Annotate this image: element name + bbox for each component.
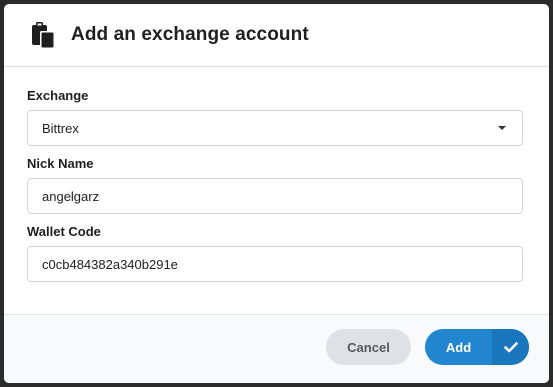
dialog-header: Add an exchange account [4, 4, 549, 67]
nick-name-field: Nick Name angelgarz [27, 156, 525, 214]
cancel-button-label: Cancel [347, 339, 390, 355]
checkmark-icon [492, 329, 529, 365]
wallet-code-field: Wallet Code c0cb484382a340b291e [27, 224, 525, 282]
dialog-title: Add an exchange account [71, 24, 309, 45]
add-button-label: Add [445, 339, 472, 355]
dialog-footer: Cancel Add [4, 314, 549, 383]
dialog-form: Exchange Bittrex Nick Name angelgarz Wal… [4, 67, 549, 282]
add-exchange-dialog: Add an exchange account Exchange Bittrex… [4, 4, 549, 383]
nick-name-value: angelgarz [42, 188, 100, 204]
cancel-button[interactable]: Cancel [326, 329, 411, 365]
exchange-label: Exchange [27, 88, 89, 103]
wallet-code-value: c0cb484382a340b291e [42, 256, 178, 272]
exchange-field: Exchange Bittrex [27, 88, 525, 146]
clipboard-paste-icon [30, 21, 56, 49]
wallet-code-input[interactable]: c0cb484382a340b291e [27, 246, 523, 282]
wallet-code-label: Wallet Code [27, 224, 101, 239]
nick-name-label: Nick Name [27, 156, 94, 171]
exchange-select[interactable]: Bittrex [27, 110, 523, 146]
add-button[interactable]: Add [425, 329, 529, 365]
nick-name-input[interactable]: angelgarz [27, 178, 523, 214]
dropdown-caret-icon [498, 126, 506, 130]
exchange-selected-value: Bittrex [42, 120, 79, 136]
